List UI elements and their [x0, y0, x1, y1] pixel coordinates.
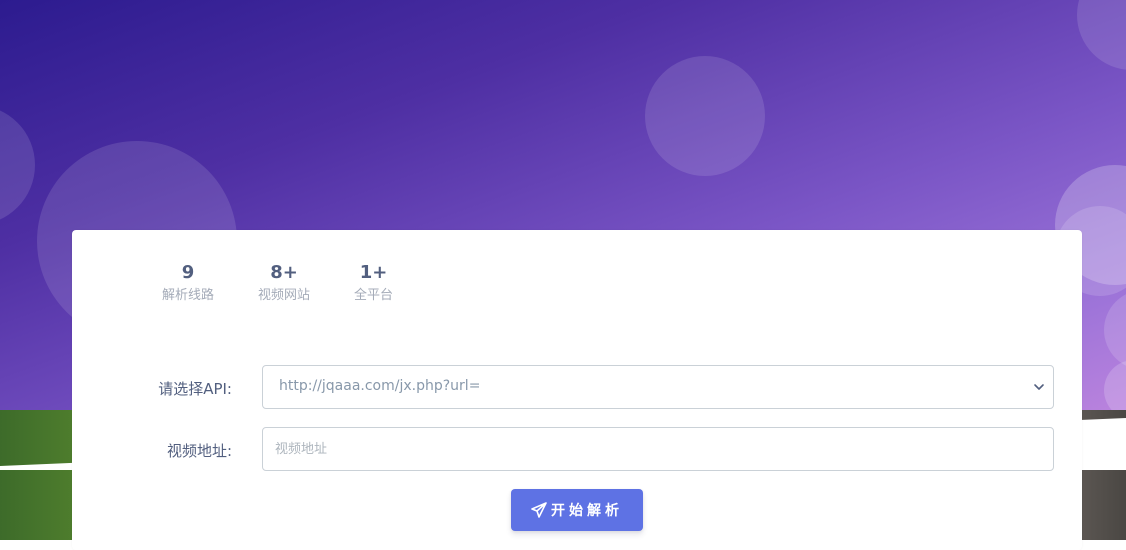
- stat-routes: 9 解析线路: [162, 260, 214, 306]
- paper-plane-icon: [531, 502, 547, 518]
- stat-label: 解析线路: [162, 288, 215, 303]
- decorative-circle: [1077, 0, 1126, 70]
- start-parse-label: 开始解析: [551, 503, 623, 519]
- chevron-down-icon: [1034, 384, 1044, 390]
- stat-value: 8+: [270, 262, 298, 283]
- api-select[interactable]: http://jqaaa.com/jx.php?url=: [262, 365, 1054, 409]
- decorative-circle: [1104, 290, 1126, 370]
- video-url-input[interactable]: [262, 427, 1054, 471]
- stat-value: 1+: [359, 262, 388, 283]
- parser-card: 9 解析线路 8+ 视频网站 1+ 全平台 请选择API: http://jqa…: [72, 230, 1082, 550]
- start-parse-button[interactable]: 开始解析: [511, 489, 643, 531]
- stat-platforms: 1+ 全平台: [354, 260, 393, 306]
- stat-sites: 8+ 视频网站: [258, 260, 310, 306]
- api-select-label: 请选择API:: [158, 380, 232, 398]
- video-url-label: 视频地址:: [166, 442, 232, 460]
- decorative-circle: [0, 105, 35, 225]
- decorative-circle: [645, 56, 765, 176]
- api-select-value: http://jqaaa.com/jx.php?url=: [279, 378, 481, 394]
- stat-label: 视频网站: [258, 288, 311, 303]
- stat-label: 全平台: [354, 288, 394, 303]
- stats-row: 9 解析线路 8+ 视频网站 1+ 全平台: [162, 260, 437, 306]
- stat-value: 9: [181, 262, 195, 283]
